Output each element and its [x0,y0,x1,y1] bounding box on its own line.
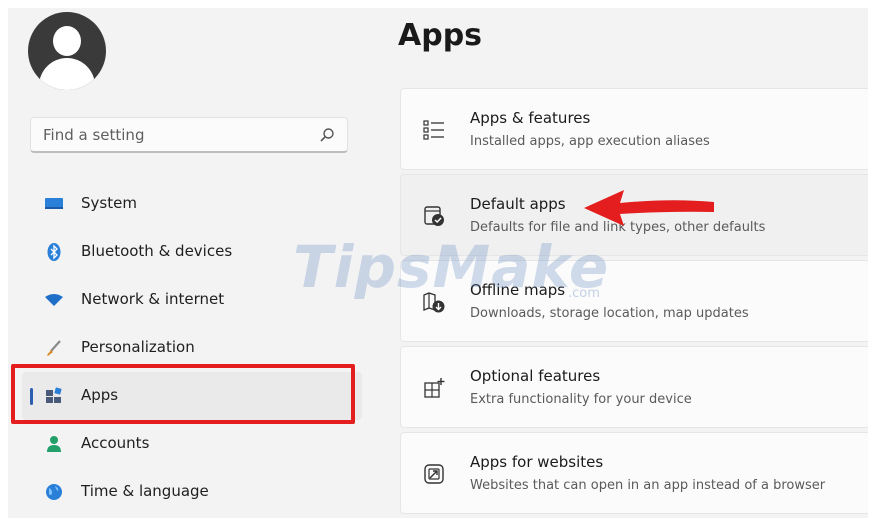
sidebar-nav: System Bluetooth & devices Network & int… [22,180,362,516]
map-download-icon [423,292,445,313]
sidebar-item-label: System [81,194,137,212]
list-icon [423,120,444,140]
sidebar-item-accounts[interactable]: Accounts [22,420,362,468]
sidebar-item-label: Personalization [81,338,195,356]
settings-list: Apps & features Installed apps, app exec… [400,88,868,518]
avatar[interactable] [28,12,106,90]
card-subtitle: Downloads, storage location, map updates [470,306,749,321]
sidebar-item-label: Bluetooth & devices [81,242,233,260]
default-apps-icon [424,206,444,226]
annotation-arrow [584,190,714,226]
settings-window: System Bluetooth & devices Network & int… [8,8,868,518]
card-apps-features[interactable]: Apps & features Installed apps, app exec… [400,88,868,170]
card-title: Default apps [470,195,566,213]
card-subtitle: Websites that can open in an app instead… [470,478,826,493]
card-title: Optional features [470,367,601,385]
card-apps-for-websites[interactable]: Apps for websites Websites that can open… [400,432,868,514]
card-title: Apps & features [470,109,591,127]
sidebar-item-label: Network & internet [81,290,225,308]
globe-clock-icon [46,484,62,500]
page-title: Apps [398,18,483,53]
card-offline-maps[interactable]: Offline maps Downloads, storage location… [400,260,868,342]
sidebar-item-label: Time & language [81,482,209,500]
avatar-head [53,26,81,56]
sidebar-item-system[interactable]: System [22,180,362,228]
card-title: Apps for websites [470,453,604,471]
search-box[interactable] [30,117,348,153]
person-icon [47,436,61,452]
open-external-icon [424,464,444,484]
wifi-icon [45,294,63,306]
card-title: Offline maps [470,281,566,299]
monitor-icon [45,198,63,209]
sidebar-item-bluetooth[interactable]: Bluetooth & devices [22,228,362,276]
search-input[interactable] [41,118,305,152]
card-optional-features[interactable]: Optional features Extra functionality fo… [400,346,868,428]
search-icon[interactable] [319,127,335,143]
avatar-shoulders [39,58,95,90]
brush-icon [47,340,61,356]
sidebar-item-label: Accounts [81,434,150,452]
bluetooth-icon [47,243,61,261]
highlight-box [11,364,355,424]
sidebar-item-time-language[interactable]: Time & language [22,468,362,516]
add-feature-icon [424,378,445,398]
sidebar-item-network[interactable]: Network & internet [22,276,362,324]
card-subtitle: Extra functionality for your device [470,392,692,407]
card-subtitle: Installed apps, app execution aliases [470,134,710,149]
